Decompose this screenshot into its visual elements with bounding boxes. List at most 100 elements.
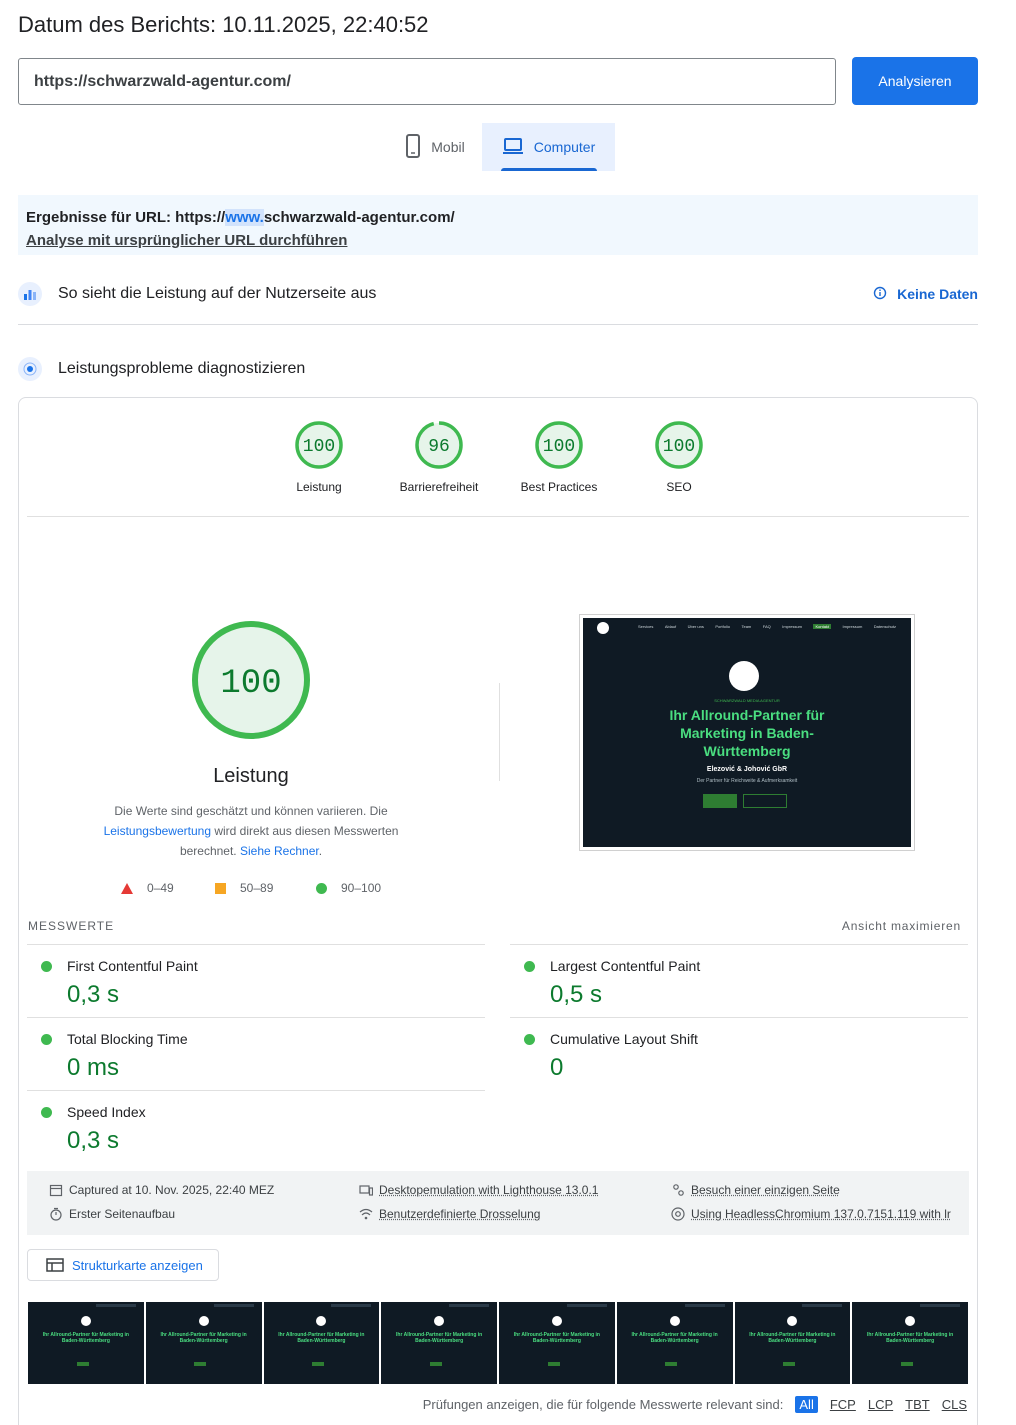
metric-value: 0,3 s: [67, 1127, 120, 1154]
phone-icon: [405, 133, 421, 161]
frame-headline: Ihr Allround-Partner für Marketing in Ba…: [867, 1332, 954, 1344]
filter-tbt[interactable]: TBT: [905, 1397, 930, 1412]
triangle-icon: [121, 882, 133, 894]
gauge-ring: 100: [535, 421, 583, 469]
meta-text: Erster Seitenaufbau: [69, 1207, 176, 1221]
meta-captured: Captured at 10. Nov. 2025, 22:40 MEZ: [49, 1183, 274, 1197]
calculator-link[interactable]: Siehe Rechner: [240, 844, 319, 858]
session-icon: [673, 1184, 684, 1196]
meta-session[interactable]: Besuch einer einzigen Seite: [671, 1183, 840, 1197]
screenshot-button-secondary: [743, 794, 787, 808]
field-data-section: So sieht die Leistung auf der Nutzerseit…: [18, 281, 978, 307]
filmstrip-frame: Ihr Allround-Partner für Marketing in Ba…: [499, 1302, 615, 1384]
filter-label: Prüfungen anzeigen, die für folgende Mes…: [422, 1397, 784, 1412]
original-url-link[interactable]: Analyse mit ursprünglicher URL durchführ…: [26, 229, 970, 252]
metric-fcp: First Contentful Paint 0,3 s: [27, 944, 485, 1017]
performance-description: Die Werte sind geschätzt und können vari…: [89, 801, 413, 861]
frame-headline: Ihr Allround-Partner für Marketing in Ba…: [749, 1332, 836, 1344]
chart-icon: [18, 282, 42, 306]
tab-mobile[interactable]: Mobil: [390, 123, 480, 171]
url-notice-highlight: www.: [225, 209, 264, 226]
lighthouse-report-card: 100 Leistung 96 Barrierefreiheit 100 Bes…: [18, 397, 978, 1425]
treemap-button[interactable]: Strukturkarte anzeigen: [27, 1249, 219, 1281]
filter-lcp[interactable]: LCP: [868, 1397, 893, 1412]
performance-gauge: 100: [192, 621, 310, 739]
section-divider: [18, 324, 978, 325]
metric-cls: Cumulative Layout Shift 0: [510, 1017, 968, 1090]
nav-text: Datenschutz: [873, 624, 896, 629]
filmstrip-frame: Ihr Allround-Partner für Marketing in Ba…: [852, 1302, 968, 1384]
pass-dot-icon: [41, 1034, 52, 1045]
nav-text: Services: [638, 624, 654, 629]
tab-desktop-label: Computer: [533, 139, 596, 155]
expand-view-toggle[interactable]: Ansicht maximieren: [842, 919, 961, 933]
frame-headline: Ihr Allround-Partner für Marketing in Ba…: [278, 1332, 365, 1344]
field-data-title: So sieht die Leistung auf der Nutzerseit…: [58, 285, 377, 302]
gauge-ring: 96: [415, 421, 463, 469]
meta-load: Erster Seitenaufbau: [49, 1207, 175, 1221]
timer-icon: [50, 1207, 62, 1221]
meta-text: Using HeadlessChromium 137.0.7151.119 wi…: [691, 1207, 951, 1221]
meta-text: Captured at 10. Nov. 2025, 22:40 MEZ: [69, 1183, 275, 1197]
score-gauge-performance[interactable]: 100 Leistung: [264, 420, 374, 494]
score-gauge-best-practices[interactable]: 100 Best Practices: [504, 420, 614, 494]
final-screenshot[interactable]: Services Ablauf Über uns Portfolio Team …: [579, 614, 915, 851]
metric-value: 0,3 s: [67, 981, 120, 1008]
site-logo-small: [597, 622, 609, 634]
metric-tbt: Total Blocking Time 0 ms: [27, 1017, 485, 1090]
tab-desktop[interactable]: Computer: [482, 123, 615, 171]
url-notice-suffix: schwarzwald-agentur.com/: [263, 209, 455, 226]
meta-browser[interactable]: Using HeadlessChromium 137.0.7151.119 wi…: [671, 1207, 951, 1221]
frame-headline: Ihr Allround-Partner für Marketing in Ba…: [42, 1332, 129, 1344]
tab-mobile-label: Mobil: [431, 139, 465, 155]
pass-dot-icon: [41, 1107, 52, 1118]
metric-name: Speed Index: [67, 1104, 146, 1120]
filmstrip-frame: Ihr Allround-Partner für Marketing in Ba…: [616, 1302, 733, 1384]
url-input[interactable]: [18, 58, 836, 105]
desc-text: .: [318, 844, 323, 858]
nav-text: Kontakt: [813, 624, 832, 629]
analyze-button[interactable]: Analysieren: [852, 57, 978, 105]
metric-lcp: Largest Contentful Paint 0,5 s: [510, 944, 968, 1017]
filter-fcp[interactable]: FCP: [830, 1397, 856, 1412]
square-icon: [215, 882, 226, 894]
report-date: Datum des Berichts: 10.11.2025, 22:40:52: [18, 12, 429, 37]
gauges-divider: [27, 516, 969, 517]
screenshot-button-primary: [703, 794, 737, 808]
pass-dot-icon: [524, 961, 535, 972]
meta-text: Besuch einer einzigen Seite: [691, 1183, 840, 1197]
screenshot-tagline: Der Partner für Reichweite & Aufmerksamk…: [696, 778, 798, 784]
legend-label: 90–100: [341, 881, 382, 895]
laptop-icon: [502, 137, 524, 158]
treemap-label: Strukturkarte anzeigen: [72, 1257, 203, 1273]
metric-name: Total Blocking Time: [67, 1031, 188, 1047]
meta-throttling[interactable]: Benutzerdefinierte Drosselung: [359, 1207, 540, 1221]
meta-text: Benutzerdefinierte Drosselung: [379, 1207, 541, 1221]
no-data-label: Keine Daten: [897, 286, 978, 302]
filmstrip-frame: Ihr Allround-Partner für Marketing in Ba…: [734, 1302, 851, 1384]
score-gauge-seo[interactable]: 100 SEO: [624, 420, 734, 494]
filmstrip-frame: Ihr Allround-Partner für Marketing in Ba…: [145, 1302, 262, 1384]
treemap-icon: [46, 1258, 64, 1272]
score-label: Leistung: [296, 480, 342, 494]
score-gauge-accessibility[interactable]: 96 Barrierefreiheit: [384, 420, 494, 494]
screenshot-company: Elezović & Johović GbR: [706, 766, 788, 773]
scoring-link[interactable]: Leistungsbewertung: [104, 824, 211, 838]
nav-text: Team: [741, 624, 752, 629]
circle-icon: [316, 882, 327, 894]
frame-headline: Ihr Allround-Partner für Marketing in Ba…: [513, 1332, 600, 1344]
score-label: SEO: [666, 480, 692, 494]
filter-cls[interactable]: CLS: [942, 1397, 967, 1412]
legend-fail: 0–49: [121, 881, 174, 895]
filmstrip-frame: Ihr Allround-Partner für Marketing in Ba…: [381, 1302, 497, 1384]
gauge-ring: 100: [295, 421, 343, 469]
metric-name: Cumulative Layout Shift: [550, 1031, 698, 1047]
gauge-ring: 100: [655, 421, 703, 469]
meta-emulation[interactable]: Desktopemulation with Lighthouse 13.0.1: [359, 1183, 598, 1197]
filter-all[interactable]: All: [795, 1396, 818, 1413]
vertical-separator: [499, 683, 500, 781]
calendar-icon: [49, 1184, 63, 1197]
screenshot-nav: Services Ablauf Über uns Portfolio Team …: [638, 624, 896, 629]
no-data-status[interactable]: Keine Daten: [873, 286, 978, 303]
network-icon: [359, 1208, 373, 1220]
